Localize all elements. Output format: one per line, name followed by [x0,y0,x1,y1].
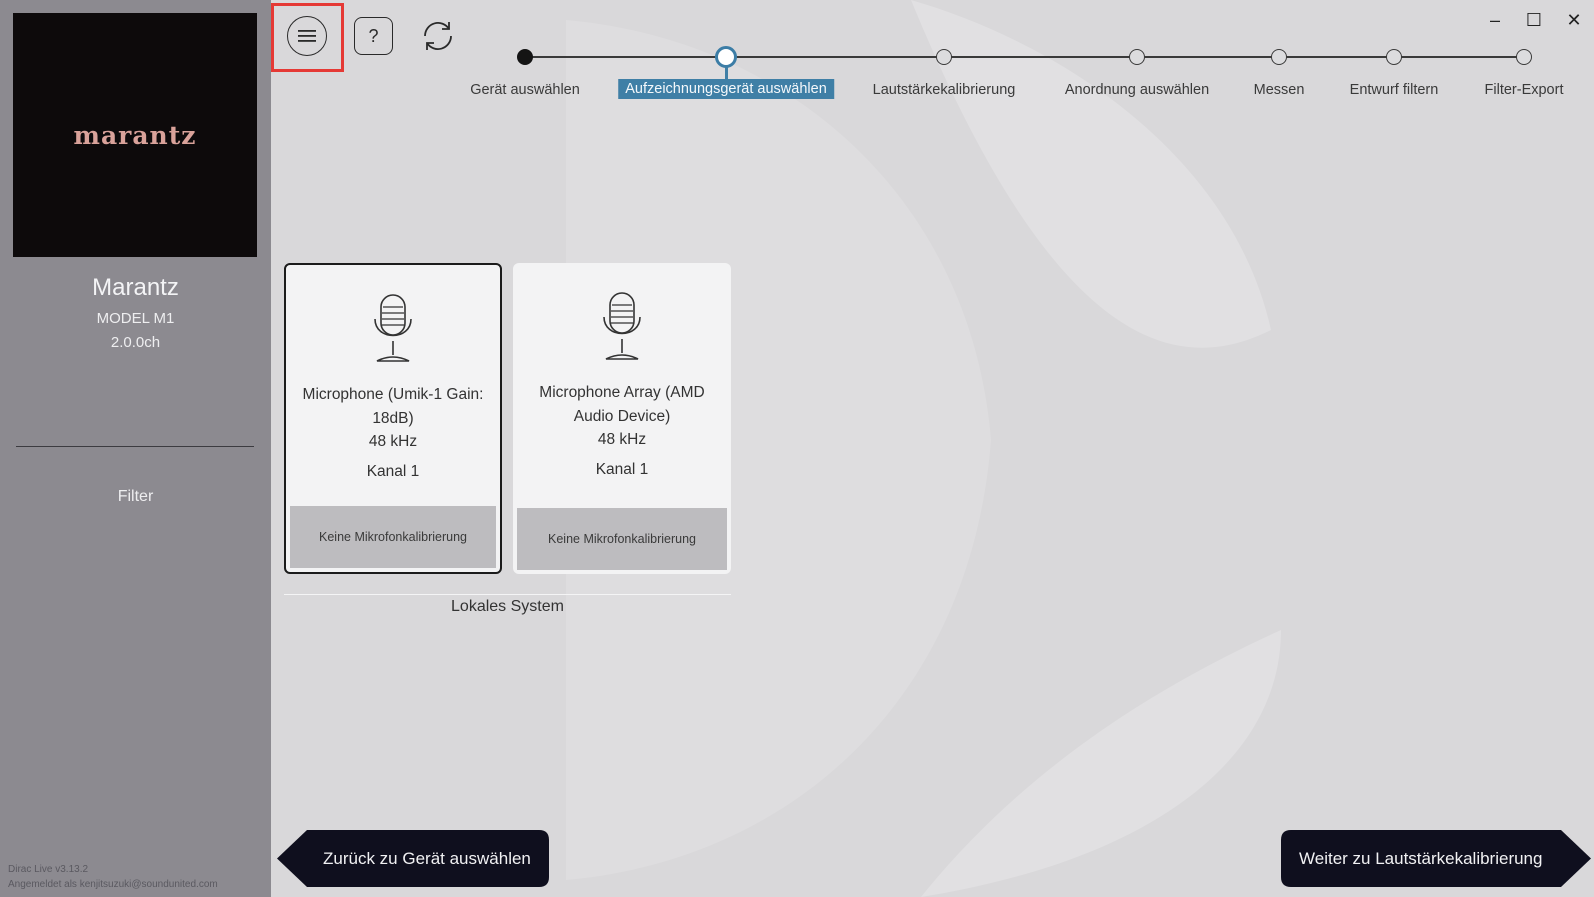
menu-button[interactable] [287,16,327,56]
sidebar-divider [16,446,254,447]
login-text: Angemeldet als kenjitsuzuki@soundunited.… [8,879,218,890]
next-button-label: Weiter zu Lautstärkekalibrierung [1299,848,1543,868]
device-name-label: Microphone (Umik-1 Gain: 18dB) [302,386,484,427]
step-label-2[interactable]: Aufzeichnungsgerät auswählen [618,79,834,99]
refresh-button[interactable] [417,15,459,57]
maximize-icon: ☐ [1525,9,1543,30]
step-label-1[interactable]: Gerät auswählen [470,82,580,98]
step-dot-3[interactable] [936,49,952,65]
device-card-umik[interactable]: Microphone (Umik-1 Gain: 18dB) 48 kHz Ka… [284,263,502,574]
back-button-label: Zurück zu Gerät auswählen [323,848,531,868]
minimize-icon: – [1489,9,1500,30]
minimize-button[interactable]: – [1480,8,1510,32]
stepper-track [525,56,1524,58]
step-label-6[interactable]: Entwurf filtern [1350,82,1439,98]
help-button[interactable]: ? [354,17,393,55]
calibration-button[interactable]: Keine Mikrofonkalibrierung [290,506,496,568]
device-channels: 2.0.0ch [110,334,161,351]
step-dot-2[interactable] [715,46,737,68]
device-name-label: Microphone Array (AMD Audio Device) [539,384,705,425]
sample-rate-label: 48 kHz [597,431,647,448]
step-label-5[interactable]: Messen [1254,82,1305,98]
step-dot-4[interactable] [1129,49,1145,65]
group-divider [284,594,731,595]
version-text: Dirac Live v3.13.2 [8,864,89,875]
refresh-icon [424,22,452,50]
microphone-icon [374,294,412,362]
microphone-icon [603,292,641,360]
logo-text: marantz [73,120,197,150]
sidebar: marantz Marantz MODEL M1 2.0.0ch Filter … [0,0,271,897]
channel-label: Kanal 1 [366,463,420,480]
back-button[interactable]: Zurück zu Gerät auswählen [277,830,549,887]
step-dot-1[interactable] [517,49,533,65]
device-model: MODEL M1 [96,310,175,327]
group-label: Lokales System [451,598,564,615]
close-icon: ✕ [1566,9,1582,30]
next-button[interactable]: Weiter zu Lautstärkekalibrierung [1281,830,1591,887]
maximize-button[interactable]: ☐ [1519,8,1549,32]
device-name: Marantz [92,274,179,301]
device-card-amd[interactable]: Microphone Array (AMD Audio Device) 48 k… [513,263,731,574]
device-logo: marantz [13,13,257,257]
help-icon: ? [368,25,379,46]
close-button[interactable]: ✕ [1559,8,1589,32]
calibration-button[interactable]: Keine Mikrofonkalibrierung [517,508,727,570]
step-label-4[interactable]: Anordnung auswählen [1065,82,1209,98]
channel-label: Kanal 1 [595,461,649,478]
step-dot-7[interactable] [1516,49,1532,65]
step-dot-6[interactable] [1386,49,1402,65]
step-label-3[interactable]: Lautstärkekalibrierung [873,82,1016,98]
hamburger-icon [298,30,316,42]
step-dot-5[interactable] [1271,49,1287,65]
sidebar-item-filter[interactable]: Filter [0,488,271,506]
step-label-7[interactable]: Filter-Export [1485,82,1564,98]
sample-rate-label: 48 kHz [368,433,418,450]
